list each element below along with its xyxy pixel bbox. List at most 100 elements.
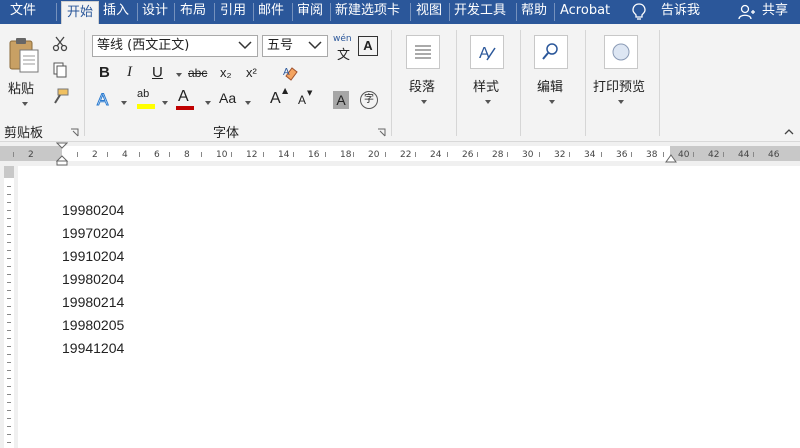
editing-label[interactable]: 编辑 <box>537 76 563 95</box>
copy-icon[interactable] <box>52 62 68 78</box>
document-text-line[interactable]: 19980205 <box>62 317 124 333</box>
text-effects-dropdown[interactable] <box>121 101 127 105</box>
document-text-line[interactable]: 19980204 <box>62 202 124 218</box>
styles-label[interactable]: 样式 <box>473 76 499 95</box>
cut-scissors-icon[interactable] <box>52 36 68 52</box>
chevron-down-icon[interactable] <box>238 41 252 50</box>
underline-dropdown[interactable] <box>176 73 182 77</box>
strikethrough-button[interactable]: abc <box>188 66 207 80</box>
tab-insert[interactable]: 插入 <box>103 0 129 24</box>
tab-developer[interactable]: 开发工具 <box>454 0 506 24</box>
character-border-button[interactable]: A <box>358 36 378 56</box>
vruler-tick <box>7 274 11 275</box>
styles-dropdown[interactable] <box>485 100 491 104</box>
search-icon <box>542 43 558 60</box>
ruler-tick <box>723 152 724 157</box>
tell-me-search[interactable]: 告诉我 <box>661 0 700 24</box>
ruler-tick <box>13 152 14 157</box>
vruler-tick <box>7 298 11 299</box>
tab-mailings[interactable]: 邮件 <box>258 0 284 24</box>
highlight-button[interactable]: ab <box>137 88 149 100</box>
ruler-tick <box>447 152 448 157</box>
character-shading-button[interactable]: A <box>333 91 349 109</box>
paragraph-button[interactable] <box>406 35 440 69</box>
paste-clipboard-icon[interactable] <box>8 36 40 74</box>
font-color-dropdown[interactable] <box>205 101 211 105</box>
document-text-line[interactable]: 19970204 <box>62 225 124 241</box>
change-case-dropdown[interactable] <box>245 101 251 105</box>
editing-button[interactable] <box>534 35 568 69</box>
editing-dropdown[interactable] <box>549 100 555 104</box>
tab-layout[interactable]: 布局 <box>180 0 206 24</box>
font-name-combobox[interactable]: 等线 (西文正文) <box>92 35 258 57</box>
chevron-down-icon[interactable] <box>308 41 322 50</box>
tab-references[interactable]: 引用 <box>220 0 246 24</box>
print-preview-button[interactable] <box>604 35 638 69</box>
tab-new-tab[interactable]: 新建选项卡 <box>335 0 400 24</box>
ruler-tick <box>601 152 602 157</box>
superscript-button[interactable]: x² <box>246 65 257 80</box>
share-person-icon[interactable] <box>738 4 756 20</box>
collapse-ribbon-icon[interactable] <box>784 128 794 135</box>
print-preview-dropdown[interactable] <box>618 100 624 104</box>
text-effects-button[interactable]: A <box>96 90 108 110</box>
vruler-tick <box>7 194 11 195</box>
ruler-tick <box>231 152 232 157</box>
dialog-launcher-icon[interactable] <box>377 128 386 137</box>
group-separator <box>520 30 521 136</box>
grow-font-button[interactable]: A <box>270 90 281 108</box>
tab-separator <box>292 3 293 21</box>
phonetic-guide-pinyin[interactable]: wén <box>333 34 352 44</box>
font-color-button[interactable]: A <box>178 88 189 106</box>
change-case-button[interactable]: Aa <box>219 90 236 106</box>
paste-label[interactable]: 粘贴 <box>8 78 34 97</box>
right-indent-marker-icon[interactable] <box>665 154 677 164</box>
dialog-launcher-icon[interactable] <box>70 128 79 137</box>
paragraph-label[interactable]: 段落 <box>409 76 435 95</box>
underline-button[interactable]: U <box>152 64 163 81</box>
highlight-dropdown[interactable] <box>162 101 168 105</box>
bold-button[interactable]: B <box>99 64 110 81</box>
italic-button[interactable]: I <box>127 64 132 81</box>
phonetic-guide-char[interactable]: 文 <box>337 44 350 63</box>
vruler-tick <box>7 378 11 379</box>
tab-home[interactable]: 开始 <box>61 1 99 24</box>
tab-view[interactable]: 视图 <box>416 0 442 24</box>
vruler-tick <box>7 258 11 259</box>
vruler-tick <box>7 418 11 419</box>
tab-help[interactable]: 帮助 <box>521 0 547 24</box>
document-text-line[interactable]: 19910204 <box>62 248 124 264</box>
paragraph-dropdown[interactable] <box>421 100 427 104</box>
vruler-tick <box>7 322 11 323</box>
font-size-value: 五号 <box>267 38 294 53</box>
clear-formatting-eraser-icon[interactable]: A <box>282 64 300 82</box>
tab-separator <box>410 3 411 21</box>
lightbulb-icon[interactable] <box>632 3 646 21</box>
document-text-line[interactable]: 19941204 <box>62 340 124 356</box>
indent-marker-icon[interactable] <box>56 142 68 166</box>
print-preview-label[interactable]: 打印预览 <box>593 76 645 95</box>
tab-file[interactable]: 文件 <box>10 0 36 24</box>
paste-dropdown[interactable] <box>22 102 28 106</box>
tab-acrobat[interactable]: Acrobat <box>560 0 610 24</box>
ribbon-home: 粘贴 剪贴板 等线 (西文正文) 五号 wén 文 A B I U abc x₂… <box>0 24 800 142</box>
vruler-tick <box>7 338 11 339</box>
styles-button[interactable]: A <box>470 35 504 69</box>
vertical-ruler[interactable] <box>0 166 18 448</box>
enclose-characters-button[interactable]: 字 <box>360 91 378 109</box>
shrink-font-button[interactable]: A <box>298 93 306 107</box>
document-text-line[interactable]: 19980214 <box>62 294 124 310</box>
vruler-tick <box>7 234 11 235</box>
svg-text:A: A <box>479 45 490 62</box>
share-button[interactable]: 共享 <box>762 0 788 24</box>
document-text-line[interactable]: 19980204 <box>62 271 124 287</box>
ruler-tick <box>415 152 416 157</box>
document-canvas[interactable]: 19980204 19970204 19910204 19980204 19980214… <box>18 166 800 448</box>
subscript-button[interactable]: x₂ <box>220 65 232 80</box>
tab-separator <box>330 3 331 21</box>
tab-review[interactable]: 审阅 <box>297 0 323 24</box>
format-painter-icon[interactable] <box>52 88 70 104</box>
vruler-tick <box>7 290 11 291</box>
horizontal-ruler[interactable]: 2 2 4 6 8 10 12 14 16 18 20 22 24 26 28 30 32 34 36 38 40 42 4… <box>0 142 800 166</box>
tab-design[interactable]: 设计 <box>142 0 168 24</box>
